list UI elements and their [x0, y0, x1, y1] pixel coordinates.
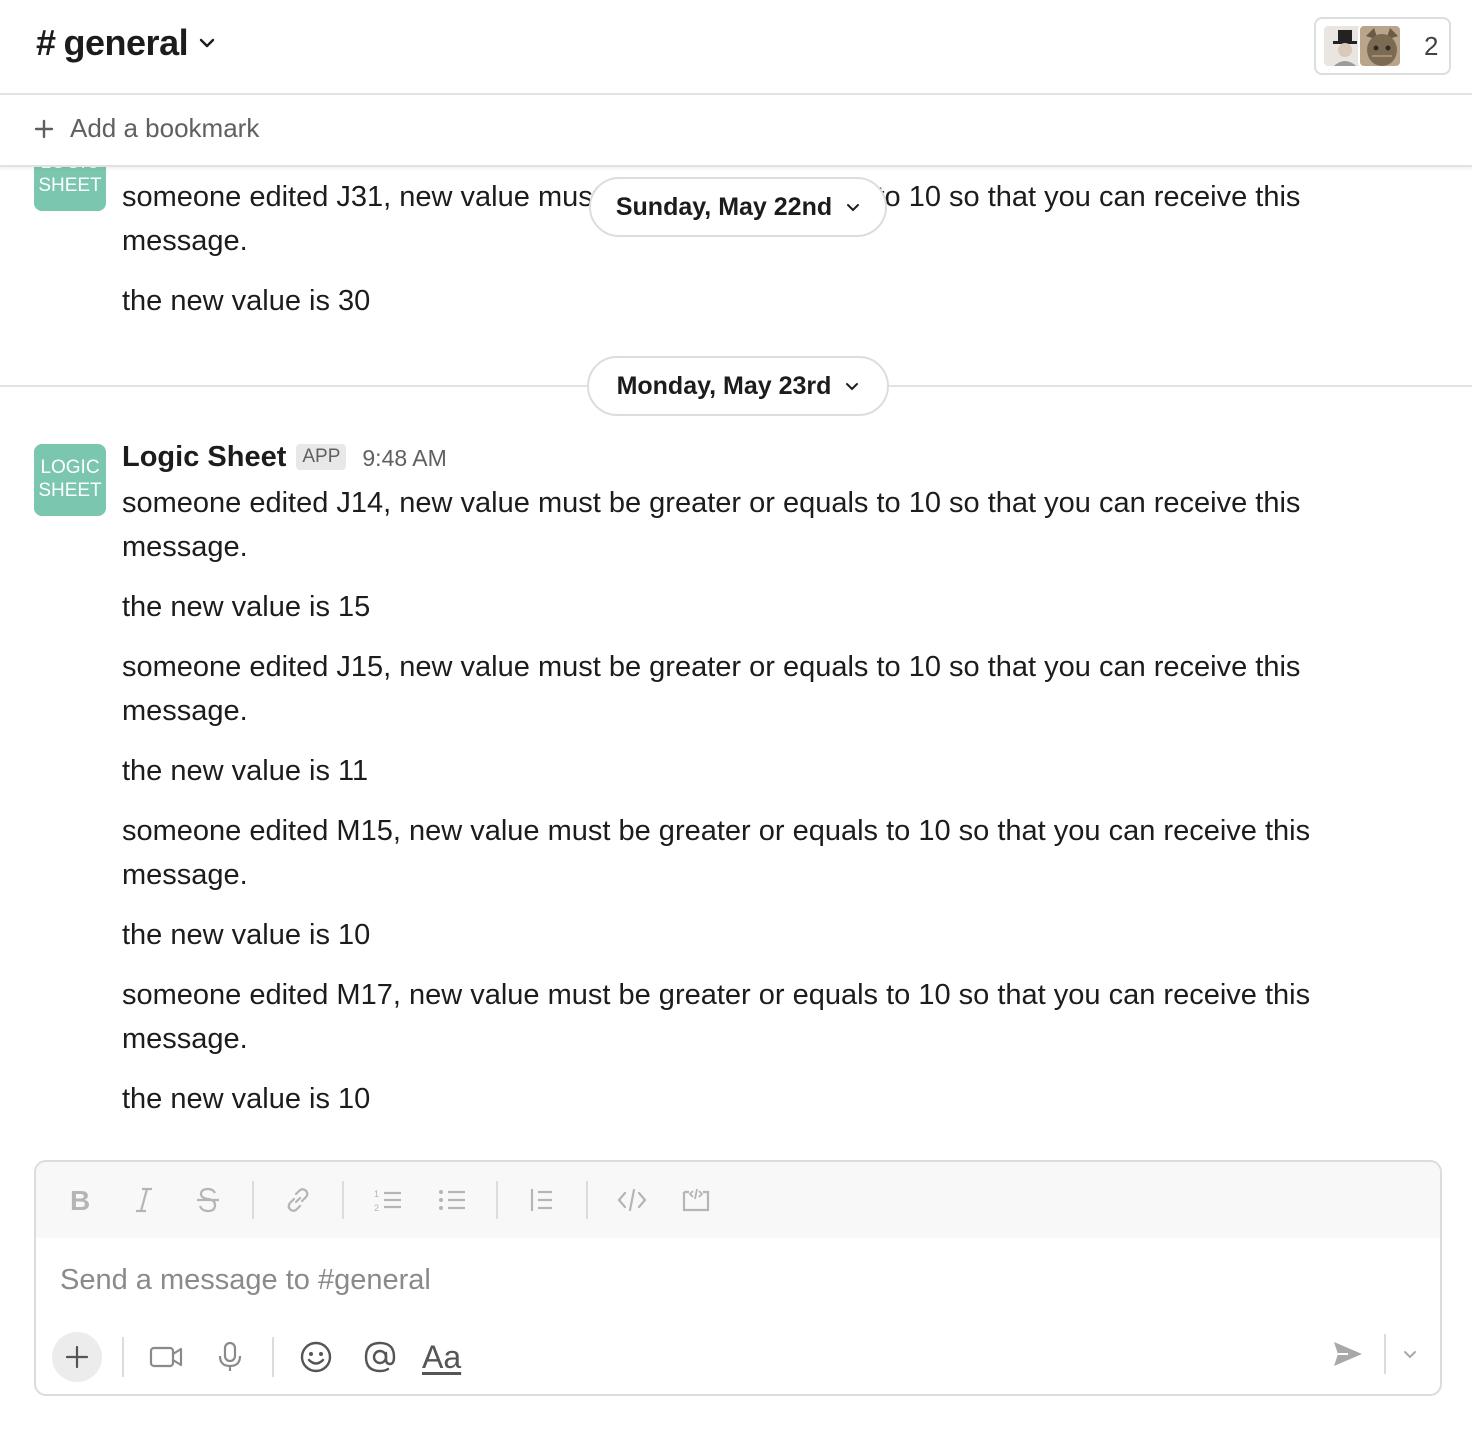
logo-text-line: LOGIC [34, 167, 106, 174]
toolbar-separator [252, 1181, 254, 1219]
message-header: Logic Sheet APP 9:48 AM [122, 441, 447, 474]
message-text: the new value is 30 [122, 285, 371, 317]
day-label: Monday, May 23rd [616, 371, 832, 400]
message-timestamp[interactable]: 9:48 AM [362, 445, 446, 472]
bold-icon: B [70, 1186, 90, 1214]
bold-button[interactable]: B [60, 1180, 100, 1220]
message-text: someone edited J15, new value must be gr… [122, 651, 1301, 727]
mention-icon [364, 1341, 396, 1373]
sender-name[interactable]: Logic Sheet [122, 441, 286, 474]
toolbar-separator [496, 1181, 498, 1219]
message-list: LOGIC SHEET someone edited J31, new valu… [0, 167, 1472, 1157]
logo-text-line: SHEET [38, 175, 102, 196]
ordered-list-icon: 12 [374, 1189, 401, 1213]
microphone-button[interactable] [208, 1335, 252, 1379]
link-button[interactable] [278, 1180, 318, 1220]
code-block-icon [682, 1188, 710, 1212]
svg-text:B: B [70, 1186, 90, 1214]
bookmark-bar: Add a bookmark [0, 97, 1472, 167]
channel-hash: # [36, 22, 56, 63]
app-avatar[interactable]: LOGIC SHEET [34, 444, 106, 516]
message-input[interactable]: Send a message to #general [36, 1238, 1440, 1322]
mention-button[interactable] [358, 1335, 402, 1379]
strikethrough-button[interactable] [188, 1180, 228, 1220]
formatting-toggle-button[interactable]: Aa [422, 1335, 461, 1379]
logo-text-line: LOGIC [40, 457, 100, 478]
format-text-label: Aa [422, 1338, 462, 1375]
send-icon [1334, 1342, 1362, 1366]
message-text: someone edited J14, new value must be gr… [122, 487, 1301, 563]
microphone-icon [218, 1341, 242, 1371]
add-bookmark-button[interactable]: Add a bookmark [34, 113, 259, 144]
message-text: the new value is 11 [122, 755, 369, 787]
add-bookmark-label: Add a bookmark [70, 113, 260, 143]
link-icon [287, 1188, 309, 1212]
channel-title-button[interactable]: # general [36, 22, 216, 64]
message-text: the new value is 10 [122, 919, 371, 951]
formatting-toolbar: B 12 [36, 1162, 1440, 1238]
message-input-placeholder: Send a message to #general [60, 1263, 431, 1296]
channel-header: # general 2 [0, 0, 1472, 95]
toolbar-separator [122, 1337, 124, 1377]
toolbar-separator [342, 1181, 344, 1219]
ordered-list-button[interactable]: 12 [368, 1180, 408, 1220]
send-controls [1326, 1332, 1420, 1376]
attach-button[interactable] [52, 1332, 102, 1382]
day-divider-sunday[interactable]: Sunday, May 22nd [589, 177, 887, 237]
message-text: the new value is 10 [122, 1083, 371, 1115]
send-options-button[interactable] [1400, 1332, 1420, 1376]
app-badge: APP [296, 444, 347, 470]
day-divider-monday[interactable]: Monday, May 23rd [587, 356, 889, 416]
blockquote-icon [530, 1189, 552, 1211]
member-count: 2 [1424, 30, 1439, 61]
code-button[interactable] [612, 1180, 652, 1220]
italic-icon [136, 1187, 152, 1213]
code-icon [617, 1188, 647, 1212]
day-label: Sunday, May 22nd [615, 192, 833, 221]
composer-actions: Aa [36, 1320, 1440, 1394]
plus-icon [65, 1345, 89, 1369]
italic-button[interactable] [124, 1180, 164, 1220]
toolbar-separator [1384, 1334, 1386, 1374]
app-avatar[interactable]: LOGIC SHEET [34, 167, 106, 211]
send-button[interactable] [1326, 1332, 1370, 1376]
emoji-icon [300, 1341, 332, 1373]
strikethrough-icon [197, 1187, 219, 1213]
blockquote-button[interactable] [522, 1180, 562, 1220]
message-text: the new value is 15 [122, 591, 371, 623]
svg-text:1: 1 [374, 1189, 379, 1199]
bulleted-list-icon [439, 1190, 465, 1210]
video-icon [149, 1346, 183, 1368]
toolbar-separator [272, 1337, 274, 1377]
video-button[interactable] [144, 1335, 188, 1379]
bulleted-list-button[interactable] [432, 1180, 472, 1220]
chevron-down-icon [199, 38, 215, 48]
members-button[interactable]: 2 [1314, 17, 1451, 75]
message-text: someone edited M17, new value must be gr… [122, 979, 1311, 1055]
message-text: someone edited M15, new value must be gr… [122, 815, 1311, 891]
chevron-down-icon [847, 204, 860, 212]
plus-icon [34, 119, 54, 138]
chevron-down-icon [846, 383, 859, 391]
emoji-button[interactable] [294, 1335, 338, 1379]
channel-name: general [63, 22, 189, 63]
logo-text-line: SHEET [38, 480, 102, 501]
svg-text:2: 2 [374, 1203, 379, 1213]
chevron-down-icon [1404, 1351, 1416, 1359]
avatar [1358, 24, 1402, 68]
message-composer: B 12 Send a message to #general Aa [34, 1160, 1442, 1396]
toolbar-separator [586, 1181, 588, 1219]
code-block-button[interactable] [676, 1180, 716, 1220]
